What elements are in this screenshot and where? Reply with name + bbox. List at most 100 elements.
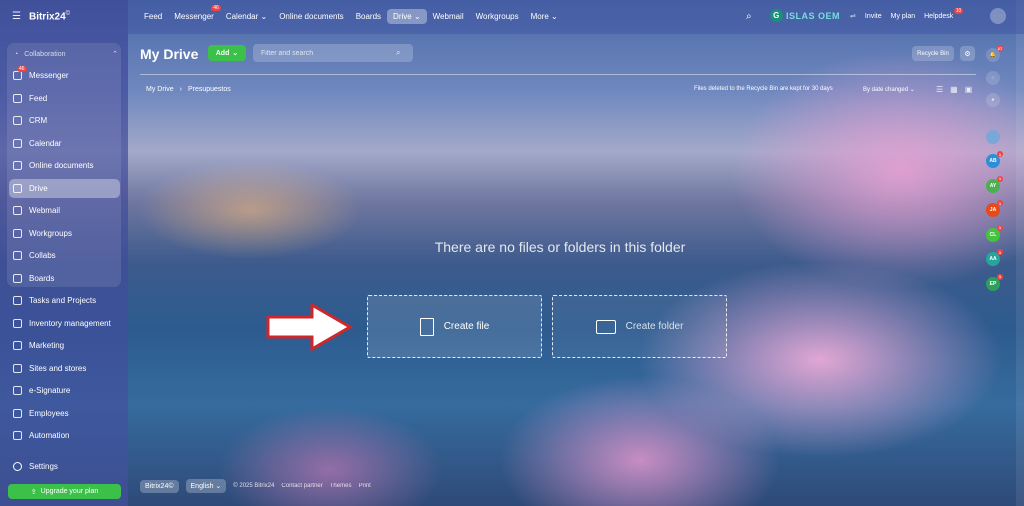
feed-icon xyxy=(13,93,22,103)
grid-view-icon[interactable]: ▦ xyxy=(950,85,958,94)
sidebar-item-crm[interactable]: CRM xyxy=(9,111,120,130)
upgrade-plan-button[interactable]: ⇪ Upgrade your plan xyxy=(8,484,121,499)
add-button[interactable]: Add ⌄ xyxy=(208,45,246,61)
sidebar-item-webmail[interactable]: Webmail xyxy=(9,201,120,220)
unread-badge: 1 xyxy=(997,151,1003,157)
inventory-icon xyxy=(13,318,22,328)
menu-icon[interactable]: ☰ xyxy=(12,11,21,22)
top-nav-workgroups[interactable]: Workgroups xyxy=(470,9,525,24)
scrollbar[interactable] xyxy=(1016,0,1024,506)
language-selector[interactable]: English ⌄ xyxy=(185,479,227,493)
invite-button[interactable]: Invite xyxy=(865,13,882,20)
sidebar-item-label: e-Signature xyxy=(29,386,71,395)
sort-dropdown[interactable]: By date changed ⌄ xyxy=(863,86,915,93)
chat-icon xyxy=(13,71,22,80)
top-nav-webmail[interactable]: Webmail xyxy=(427,9,470,24)
company-logo: G ISLAS OEM xyxy=(770,9,840,22)
breadcrumb-presupuestos[interactable]: Presupuestos xyxy=(188,86,231,93)
top-right-actions: ⇌ Invite My plan Helpdesk 10 xyxy=(850,7,964,20)
sidebar-item-label: CRM xyxy=(29,116,48,125)
sidebar-item-label: Workgroups xyxy=(29,228,72,238)
chat-avatar[interactable]: CL 1 xyxy=(986,224,1003,242)
search-icon[interactable]: ⌕ xyxy=(746,11,752,22)
contact-avatar[interactable] xyxy=(986,130,1000,144)
unread-badge: 46 xyxy=(17,66,27,72)
top-nav-feed[interactable]: Feed xyxy=(138,9,168,24)
drive-icon xyxy=(13,183,22,193)
user-avatar[interactable] xyxy=(990,8,1006,24)
boards-icon xyxy=(13,273,22,283)
sidebar-item-messenger[interactable]: Messenger 46 xyxy=(9,66,120,85)
unread-badge: 1 xyxy=(997,249,1003,255)
list-view-icon[interactable]: ☰ xyxy=(936,85,943,94)
folder-icon xyxy=(595,319,616,334)
collabs-icon xyxy=(13,251,22,260)
tile-view-icon[interactable]: ▣ xyxy=(965,85,973,94)
view-switcher: ☰ ▦ ▣ xyxy=(936,85,972,94)
top-nav-drive[interactable]: Drive ⌄ xyxy=(387,9,427,24)
footer: Bitrix24© English ⌄ © 2025 Bitrix24 Cont… xyxy=(140,479,371,493)
sidebar-item-drive[interactable]: Drive xyxy=(9,178,120,198)
sidebar-item-employees[interactable]: Employees xyxy=(9,404,120,423)
sidebar-item-collabs[interactable]: Collabs xyxy=(9,246,120,265)
unread-badge: 1 xyxy=(997,175,1003,182)
bell-icon[interactable]: 🔔 27 xyxy=(986,45,1003,62)
sidebar-item-boards[interactable]: Boards xyxy=(9,269,120,288)
chat-avatar[interactable]: EP 1 xyxy=(986,273,1003,291)
bitrix24-footer-button[interactable]: Bitrix24© xyxy=(140,479,179,493)
top-nav-calendar[interactable]: Calendar ⌄ xyxy=(220,9,273,24)
search-icon[interactable]: ⌕ xyxy=(986,93,1000,107)
employees-icon xyxy=(13,408,22,418)
sidebar-item-sites-and-stores[interactable]: Sites and stores xyxy=(9,359,120,378)
filter-search-input[interactable] xyxy=(253,44,413,62)
themes-link[interactable]: Themes xyxy=(330,483,352,489)
sidebar-item-marketing[interactable]: Marketing xyxy=(9,336,120,355)
cart-icon xyxy=(13,363,22,373)
chat-avatar[interactable]: JA 1 xyxy=(986,200,1003,217)
top-nav-messenger[interactable]: Messenger 46 xyxy=(168,5,221,24)
sidebar-item-label: Messenger xyxy=(29,71,69,80)
sidebar-item-automation[interactable]: Automation xyxy=(9,426,120,445)
brand-logo[interactable]: Bitrix24© xyxy=(29,11,70,22)
print-link[interactable]: Print xyxy=(358,483,370,489)
gear-icon[interactable]: ⚙ xyxy=(960,46,975,61)
sidebar-item-label: Online documents xyxy=(29,161,94,170)
create-file-button[interactable]: Create file xyxy=(367,295,542,358)
sidebar-item-label: Tasks and Projects xyxy=(29,296,97,305)
breadcrumb-my-drive[interactable]: My Drive xyxy=(146,86,174,93)
collaboration-header[interactable]: ◔ Collaboration ⌃ xyxy=(14,49,118,59)
header-divider xyxy=(140,74,976,75)
search-icon[interactable]: ⌕ xyxy=(396,48,400,58)
breadcrumb-separator: › xyxy=(179,86,182,93)
settings-link[interactable]: Settings xyxy=(13,462,58,471)
sidebar-item-feed[interactable]: Feed xyxy=(9,89,120,108)
arrow-pointer-icon xyxy=(266,303,353,351)
sidebar-item-online-documents[interactable]: Online documents xyxy=(9,156,120,175)
top-nav-boards[interactable]: Boards xyxy=(350,9,387,24)
sidebar-item-calendar[interactable]: Calendar xyxy=(9,134,120,153)
sidebar-item-inventory-management[interactable]: Inventory management xyxy=(9,314,120,333)
recycle-bin-button[interactable]: Recycle Bin xyxy=(912,46,954,61)
chat-avatar[interactable]: AB 1 xyxy=(986,151,1003,168)
helpdesk-button[interactable]: Helpdesk 10 xyxy=(924,7,964,20)
chat-icon[interactable]: ◌ xyxy=(986,71,1000,85)
sidebar-item-e-signature[interactable]: e-Signature xyxy=(9,381,120,400)
contact-partner-link[interactable]: Contact partner xyxy=(281,483,322,489)
top-nav-online-documents[interactable]: Online documents xyxy=(273,9,349,24)
top-nav-more[interactable]: More ⌄ xyxy=(525,9,564,24)
sidebar-item-label: Sites and stores xyxy=(29,363,87,373)
sliders-icon[interactable]: ⇌ xyxy=(850,12,856,20)
sidebar-item-tasks-and-projects[interactable]: Tasks and Projects xyxy=(9,291,120,310)
chevron-up-icon[interactable]: ⌃ xyxy=(112,50,118,58)
sidebar-item-label: Employees xyxy=(29,408,69,418)
upgrade-icon: ⇪ xyxy=(30,488,37,496)
chat-avatar[interactable]: AA 1 xyxy=(986,249,1003,266)
sidebar-item-workgroups[interactable]: Workgroups xyxy=(9,224,120,243)
chat-avatar[interactable]: AY 1 xyxy=(986,175,1003,193)
my-plan-button[interactable]: My plan xyxy=(891,13,916,20)
signature-icon xyxy=(13,386,22,395)
create-folder-button[interactable]: Create folder xyxy=(552,295,727,358)
breadcrumb: My Drive › Presupuestos xyxy=(146,86,231,93)
sidebar-item-label: Drive xyxy=(29,183,48,193)
page-title: My Drive xyxy=(140,46,199,62)
